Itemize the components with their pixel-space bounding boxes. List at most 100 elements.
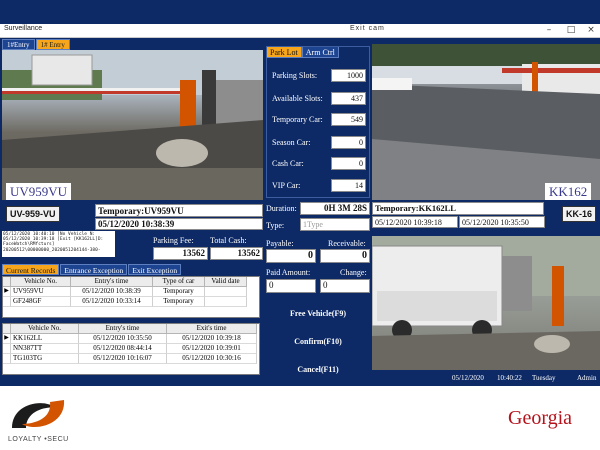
confirm-button[interactable]: Confirm(F10): [266, 335, 370, 349]
column-header[interactable]: Type of car: [153, 277, 205, 287]
entry-record-label: Temporary:UV959VU: [95, 204, 263, 217]
exit-records-table: Vehicle No. Entry's time Exit's time ▶ K…: [2, 323, 260, 375]
status-date: 05/12/2020: [452, 374, 484, 382]
event-log: 05/12/2020 10:40:10 [No Vehicle N: 05/12…: [2, 231, 115, 257]
maximize-icon[interactable]: □: [562, 24, 580, 37]
exit-plate-number: KK162: [545, 183, 592, 200]
exit-camera-title: Exit cam: [350, 25, 385, 32]
exit-plate-image: KK-16: [562, 206, 597, 222]
cell-exit-time: 05/12/2020 10:30:16: [167, 354, 257, 364]
table-row[interactable]: GF248GF 05/12/2020 10:33:14 Temporary: [3, 297, 259, 307]
exit-entry-time: 05/12/2020 10:39:18: [372, 216, 458, 228]
column-header[interactable]: Entry's time: [79, 324, 167, 334]
cell-entry-time: 05/12/2020 08:44:14: [79, 344, 167, 354]
temporary-car-label: Temporary Car:: [272, 115, 323, 124]
cell-exit-time: 05/12/2020 10:39:18: [167, 334, 257, 344]
column-header[interactable]: Vehicle No.: [11, 324, 79, 334]
status-bar: 05/12/2020 10:40:22 Tuesday Admin: [372, 372, 600, 384]
exit-record-label: Temporary:KK162LL: [372, 202, 544, 215]
tab-exit-exception[interactable]: Exit Exception: [128, 264, 182, 275]
tab-entry-1[interactable]: 1#Entry: [2, 39, 35, 50]
cell-entry-time: 05/12/2020 10:35:50: [79, 334, 167, 344]
table-row[interactable]: TG103TG 05/12/2020 10:16:07 05/12/2020 1…: [3, 354, 259, 364]
logo-text: LOYALTY •SECU: [8, 436, 69, 443]
column-header[interactable]: Exit's time: [167, 324, 257, 334]
temporary-car-value: 549: [331, 113, 366, 126]
parking-fee-label: Parking Fee:: [153, 236, 194, 245]
change-label: Change:: [340, 268, 367, 277]
table-row[interactable]: NN387TT 05/12/2020 08:44:14 05/12/2020 1…: [3, 344, 259, 354]
cell-exit-time: 05/12/2020 10:39:01: [167, 344, 257, 354]
receivable-value: 0: [320, 249, 370, 263]
tab-current-records[interactable]: Current Records: [2, 264, 60, 275]
exit-camera-scene: [372, 44, 600, 200]
cell-entry-time: 05/12/2020 10:33:14: [71, 297, 153, 307]
entry-tabs: 1#Entry 1# Entry: [2, 39, 71, 50]
current-records-table: Vehicle No. Entry's time Type of car Val…: [2, 276, 260, 318]
duration-value: 0H 3M 28S: [300, 202, 370, 215]
paid-amount-label: Paid Amount:: [266, 268, 311, 277]
exit-camera-snapshot: [372, 236, 600, 370]
window-title: Surveillance: [4, 25, 43, 32]
country-label: Georgia: [508, 407, 573, 429]
total-cash-label: Total Cash:: [210, 236, 247, 245]
table-row[interactable]: ▶ KK162LL 05/12/2020 10:35:50 05/12/2020…: [3, 334, 259, 344]
entry-camera-view: [2, 50, 263, 200]
paid-amount-input[interactable]: 0: [266, 279, 316, 293]
cell-vehicle: UV959VU: [11, 287, 71, 297]
vip-car-label: VIP Car:: [272, 181, 301, 190]
table-row[interactable]: ▶ UV959VU 05/12/2020 10:38:39 Temporary: [3, 287, 259, 297]
parking-fee-value: 13562: [153, 247, 208, 260]
records-tabs: Current Records Entrance Exception Exit …: [2, 264, 182, 275]
entry-camera-scene: [2, 50, 263, 200]
status-time: 10:40:22: [497, 374, 522, 382]
season-car-value: 0: [331, 136, 366, 149]
cell-vehicle: GF248GF: [11, 297, 71, 307]
season-car-label: Season Car:: [272, 138, 311, 147]
payable-value: 0: [266, 249, 316, 263]
tab-entrance-exception[interactable]: Entrance Exception: [60, 264, 128, 275]
receivable-label: Receivable:: [328, 239, 366, 248]
column-header[interactable]: Vehicle No.: [11, 277, 71, 287]
cell-entry-time: 05/12/2020 10:16:07: [79, 354, 167, 364]
exit-snapshot-scene: [372, 236, 600, 370]
close-icon[interactable]: ×: [582, 24, 600, 37]
duration-label: Duration:: [266, 204, 297, 213]
minimize-icon[interactable]: –: [540, 24, 558, 37]
change-value: 0: [320, 279, 370, 293]
cell-valid-date: [205, 297, 247, 307]
row-pointer-icon: ▶: [3, 287, 11, 297]
cell-entry-time: 05/12/2020 10:38:39: [71, 287, 153, 297]
cell-vehicle: TG103TG: [11, 354, 79, 364]
log-line: 20200512\00000000_2020051204144-380-: [3, 247, 101, 253]
table-header: Vehicle No. Entry's time Type of car Val…: [3, 277, 259, 287]
entry-plate-number: UV959VU: [6, 183, 72, 200]
payable-label: Payable:: [266, 239, 294, 248]
free-vehicle-button[interactable]: Free Vehicle(F9): [266, 307, 370, 321]
cell-valid-date: [205, 287, 247, 297]
parking-slots-label: Parking Slots:: [272, 71, 318, 80]
parking-slots-value: 1000: [331, 69, 366, 82]
status-user: Admin: [577, 374, 597, 382]
table-header: Vehicle No. Entry's time Exit's time: [3, 324, 259, 334]
type-select[interactable]: 1Type: [300, 218, 370, 231]
available-slots-value: 437: [331, 92, 366, 105]
vip-car-value: 14: [331, 179, 366, 192]
type-label: Type:: [266, 221, 285, 230]
cash-car-value: 0: [331, 157, 366, 170]
cash-car-label: Cash Car:: [272, 159, 304, 168]
cell-type: Temporary: [153, 297, 205, 307]
cell-vehicle: NN387TT: [11, 344, 79, 354]
entry-plate-image: UV-959-VU: [6, 206, 60, 222]
cell-type: Temporary: [153, 287, 205, 297]
column-header[interactable]: Valid date: [205, 277, 247, 287]
column-header[interactable]: Entry's time: [71, 277, 153, 287]
total-cash-value: 13562: [210, 247, 263, 260]
exit-camera-view: [372, 44, 600, 200]
exit-exit-time: 05/12/2020 10:35:50: [459, 216, 545, 228]
row-pointer-icon: ▶: [3, 334, 11, 344]
cancel-button[interactable]: Cancel(F11): [266, 363, 370, 377]
tab-entry-2[interactable]: 1# Entry: [35, 39, 70, 50]
title-bar: Surveillance Exit cam – □ ×: [0, 24, 600, 38]
entry-record-time: 05/12/2020 10:38:39: [95, 218, 263, 230]
